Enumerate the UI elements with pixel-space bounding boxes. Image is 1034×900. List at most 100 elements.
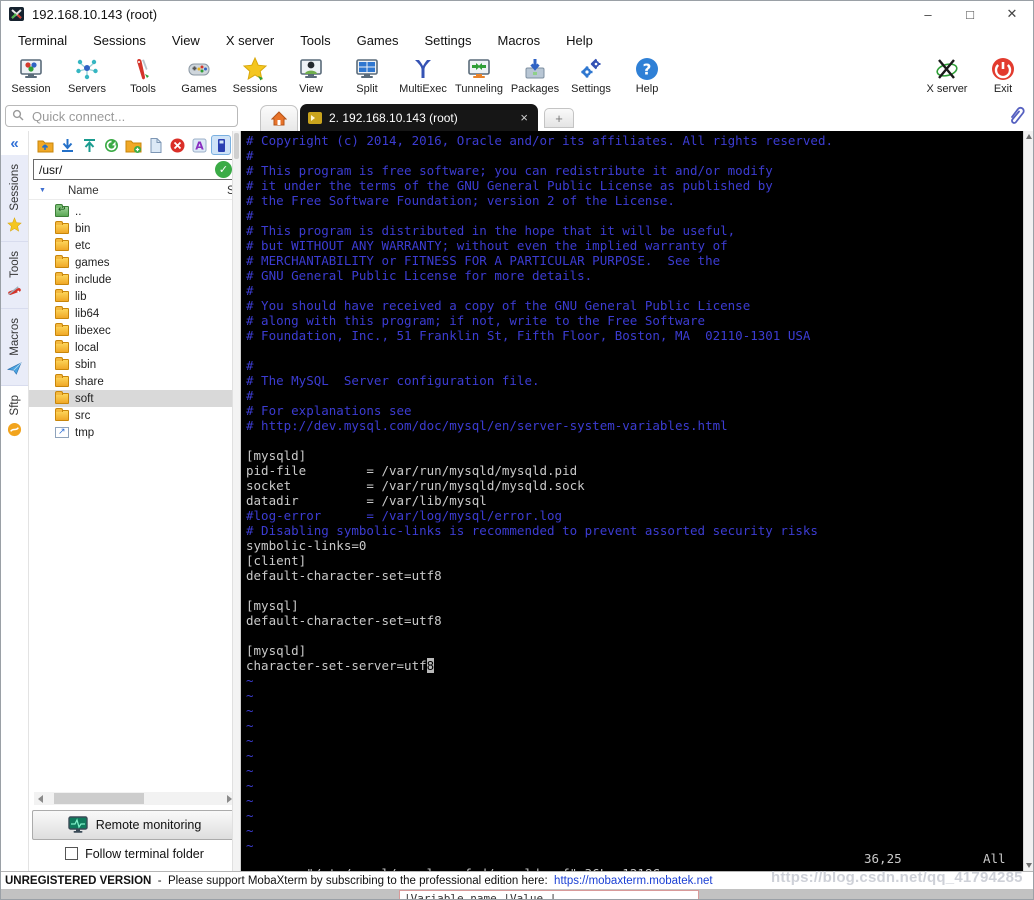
exit-icon [992, 58, 1014, 80]
file-row[interactable]: local [29, 339, 240, 356]
sidebar-tab-sessions[interactable]: Sessions [1, 155, 28, 242]
file-panel-hscrollbar[interactable] [34, 792, 235, 805]
file-row[interactable]: lib64 [29, 305, 240, 322]
attachments-icon[interactable] [1007, 105, 1025, 125]
path-ok-icon[interactable]: ✓ [215, 161, 232, 178]
terminal-line: # [246, 148, 254, 163]
toolbar-games-label: Games [181, 83, 217, 95]
menu-item[interactable]: Settings [412, 29, 485, 52]
terminal-line: ~ [246, 763, 254, 778]
file-row[interactable]: games [29, 254, 240, 271]
toolbar-help-label: Help [635, 83, 659, 95]
toolbar-session[interactable]: Session [3, 55, 59, 95]
scroll-down-icon[interactable] [1026, 863, 1032, 868]
file-icon [55, 238, 69, 251]
unregistered-label: UNREGISTERED VERSION [5, 874, 152, 887]
menu-item[interactable]: View [159, 29, 213, 52]
file-row[interactable]: sbin [29, 356, 240, 373]
file-row[interactable]: libexec [29, 322, 240, 339]
file-row[interactable]: share [29, 373, 240, 390]
follow-terminal-folder[interactable]: Follow terminal folder [32, 840, 237, 867]
terminal-line: [mysqld] [246, 448, 307, 463]
scroll-up-icon[interactable] [1026, 134, 1032, 139]
terminal-line: # the Free Software Foundation; version … [246, 193, 675, 208]
new-tab-button[interactable]: + [544, 108, 574, 128]
terminal[interactable]: # Copyright (c) 2014, 2016, Oracle and/o… [241, 131, 1023, 871]
file-row[interactable]: src [29, 407, 240, 424]
toolbar-packages-label: Packages [510, 83, 560, 95]
sidebar-tab-sftp-label: Sftp [8, 395, 21, 416]
mobatek-link[interactable]: https://mobaxterm.mobatek.net [554, 875, 713, 887]
column-name[interactable]: Name [68, 185, 99, 197]
delete-button[interactable] [167, 135, 187, 155]
follow-terminal-checkbox[interactable] [65, 847, 79, 860]
file-name: include [75, 273, 112, 286]
file-name: src [75, 409, 91, 422]
refresh-button[interactable] [101, 135, 121, 155]
terminal-line: # [246, 358, 254, 373]
menu-item[interactable]: Games [344, 29, 412, 52]
download-button[interactable] [57, 135, 77, 155]
terminal-cursor: 8 [426, 658, 435, 673]
remote-monitoring-button[interactable]: Remote monitoring [32, 810, 237, 840]
upload-button[interactable] [79, 135, 99, 155]
ssh-session-icon [308, 111, 322, 124]
toolbar-view[interactable]: View [283, 55, 339, 95]
toolbar-split[interactable]: Split [339, 55, 395, 95]
scroll-left-icon[interactable] [34, 793, 46, 804]
toolbar-settings[interactable]: Settings [563, 55, 619, 95]
file-row[interactable]: soft [29, 390, 240, 407]
toolbar-sessions[interactable]: Sessions [227, 55, 283, 95]
menu-item[interactable]: Sessions [80, 29, 159, 52]
toolbar-xserver[interactable]: X server [919, 55, 975, 95]
terminal-scrollbar[interactable] [1023, 131, 1033, 871]
close-button[interactable]: ✕ [991, 1, 1033, 27]
sidebar-collapse-button[interactable]: « [1, 131, 28, 155]
toolbar-servers[interactable]: Servers [59, 55, 115, 95]
new-folder-button[interactable] [123, 135, 143, 155]
file-row[interactable]: etc [29, 237, 240, 254]
toolbar-session-label: Session [11, 83, 51, 95]
file-list-header[interactable]: ▼ Name S [29, 182, 240, 200]
home-tab[interactable] [260, 105, 298, 131]
active-session-tab[interactable]: 2. 192.168.10.143 (root) × [300, 104, 538, 131]
go-up-folder-button[interactable] [35, 135, 55, 155]
menu-item[interactable]: X server [213, 29, 287, 52]
menu-item[interactable]: Terminal [5, 29, 80, 52]
maximize-button[interactable]: □ [949, 1, 991, 27]
menu-item[interactable]: Tools [287, 29, 343, 52]
file-row[interactable]: bin [29, 220, 240, 237]
file-icon [55, 272, 69, 285]
follow-terminal-toggle-button[interactable] [211, 135, 231, 155]
file-name: soft [75, 392, 94, 405]
menu-item[interactable]: Help [553, 29, 606, 52]
minimize-button[interactable]: – [907, 1, 949, 27]
file-list-scrollbar[interactable] [232, 131, 240, 871]
file-row[interactable]: .. [29, 203, 240, 220]
new-file-button[interactable] [145, 135, 165, 155]
swiss-knife-icon [8, 285, 21, 295]
file-name: lib64 [75, 307, 100, 320]
toolbar-packages[interactable]: Packages [507, 55, 563, 95]
toolbar-exit[interactable]: Exit [975, 55, 1031, 95]
quick-connect-input[interactable] [5, 105, 238, 127]
toolbar-tunneling[interactable]: Tunneling [451, 55, 507, 95]
toolbar-games[interactable]: Games [171, 55, 227, 95]
file-row[interactable]: tmp [29, 424, 240, 441]
toolbar-view-label: View [299, 83, 323, 95]
toolbar-multiexec[interactable]: MultiExec [395, 55, 451, 95]
menu-item[interactable]: Macros [484, 29, 553, 52]
remote-monitoring-label: Remote monitoring [95, 818, 202, 832]
toolbar-help[interactable]: ? Help [619, 55, 675, 95]
sidebar-tab-macros[interactable]: Macros [1, 308, 28, 387]
file-row[interactable]: include [29, 271, 240, 288]
remote-path-input[interactable] [33, 159, 236, 180]
rename-button[interactable]: A [189, 135, 209, 155]
file-row[interactable]: lib [29, 288, 240, 305]
sidebar-tab-sftp[interactable]: Sftp [1, 386, 28, 446]
sidebar-tab-tools[interactable]: Tools [1, 241, 28, 309]
terminal-line: ~ [246, 718, 254, 733]
tab-close-icon[interactable]: × [502, 110, 528, 125]
toolbar-tools[interactable]: Tools [115, 55, 171, 95]
